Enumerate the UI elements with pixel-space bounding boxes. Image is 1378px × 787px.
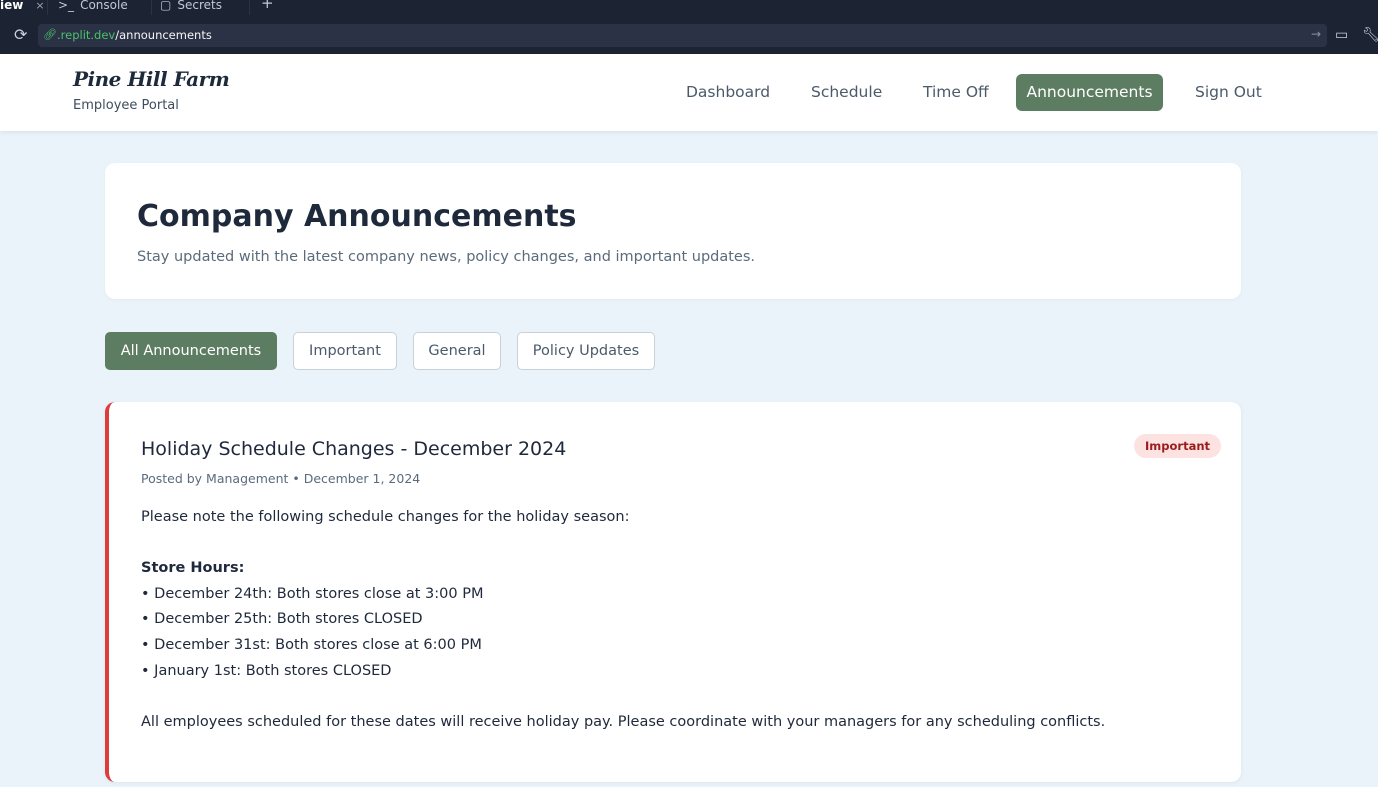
tab-label: Secrets xyxy=(177,0,222,12)
announcement-meta: Posted by Management • December 1, 2024 xyxy=(141,471,421,486)
new-tab-button[interactable]: + xyxy=(261,0,274,12)
list-item: • January 1st: Both stores CLOSED xyxy=(141,663,392,679)
tab-console[interactable]: >_ Console xyxy=(58,0,152,15)
announcement-card: Holiday Schedule Changes - December 2024… xyxy=(105,402,1241,782)
nav-schedule[interactable]: Schedule xyxy=(811,74,882,111)
preview-toolbar: ⟳ 🔗︎ .replit.dev/announcements → ▭ 🔧︎ xyxy=(0,17,1378,54)
nav-dashboard[interactable]: Dashboard xyxy=(686,74,770,111)
url-text: .replit.dev/announcements xyxy=(57,28,212,42)
nav-time-off[interactable]: Time Off xyxy=(923,74,989,111)
priority-badge: Important xyxy=(1134,434,1222,458)
workspace-tab-bar: iew × >_ Console ▢ Secrets + xyxy=(0,0,1378,17)
page-title: Company Announcements xyxy=(137,199,577,234)
filter-general[interactable]: General xyxy=(413,332,501,370)
link-icon: 🔗︎ xyxy=(43,28,57,41)
reload-icon[interactable]: ⟳ xyxy=(14,26,32,44)
announcement-intro: Please note the following schedule chang… xyxy=(141,509,630,525)
list-item: • December 25th: Both stores CLOSED xyxy=(141,611,423,627)
lock-icon: ▢ xyxy=(160,0,172,12)
terminal-icon: >_ xyxy=(58,0,75,12)
section-heading: Store Hours: xyxy=(141,560,245,576)
page-header-card: Company Announcements Stay updated with … xyxy=(105,163,1241,299)
brand-subtitle: Employee Portal xyxy=(73,98,179,113)
close-icon[interactable]: × xyxy=(35,0,44,12)
tab-label: Console xyxy=(80,0,128,12)
announcement-title: Holiday Schedule Changes - December 2024 xyxy=(141,438,567,460)
announcement-closing: All employees scheduled for these dates … xyxy=(141,714,1106,730)
list-item: • December 31st: Both stores close at 6:… xyxy=(141,637,482,653)
arrow-right-icon[interactable]: → xyxy=(1311,27,1321,41)
wrench-icon[interactable]: 🔧︎ xyxy=(1362,27,1378,43)
page-description: Stay updated with the latest company new… xyxy=(137,249,756,265)
filter-important[interactable]: Important xyxy=(293,332,397,370)
brand-logo[interactable]: Pine Hill Farm xyxy=(73,67,230,91)
nav-announcements[interactable]: Announcements xyxy=(1016,74,1163,111)
filter-policy-updates[interactable]: Policy Updates xyxy=(517,332,655,370)
site-header: Pine Hill Farm Employee Portal Dashboard… xyxy=(0,54,1378,131)
nav-sign-out[interactable]: Sign Out xyxy=(1195,74,1262,111)
tab-label: iew xyxy=(0,0,24,12)
url-field[interactable]: 🔗︎ .replit.dev/announcements → xyxy=(38,24,1327,47)
tab-webview[interactable]: iew × xyxy=(0,0,48,15)
monitor-icon[interactable]: ▭ xyxy=(1335,27,1348,43)
tab-secrets[interactable]: ▢ Secrets xyxy=(160,0,250,15)
list-item: • December 24th: Both stores close at 3:… xyxy=(141,586,484,602)
filter-all-announcements[interactable]: All Announcements xyxy=(105,332,277,370)
